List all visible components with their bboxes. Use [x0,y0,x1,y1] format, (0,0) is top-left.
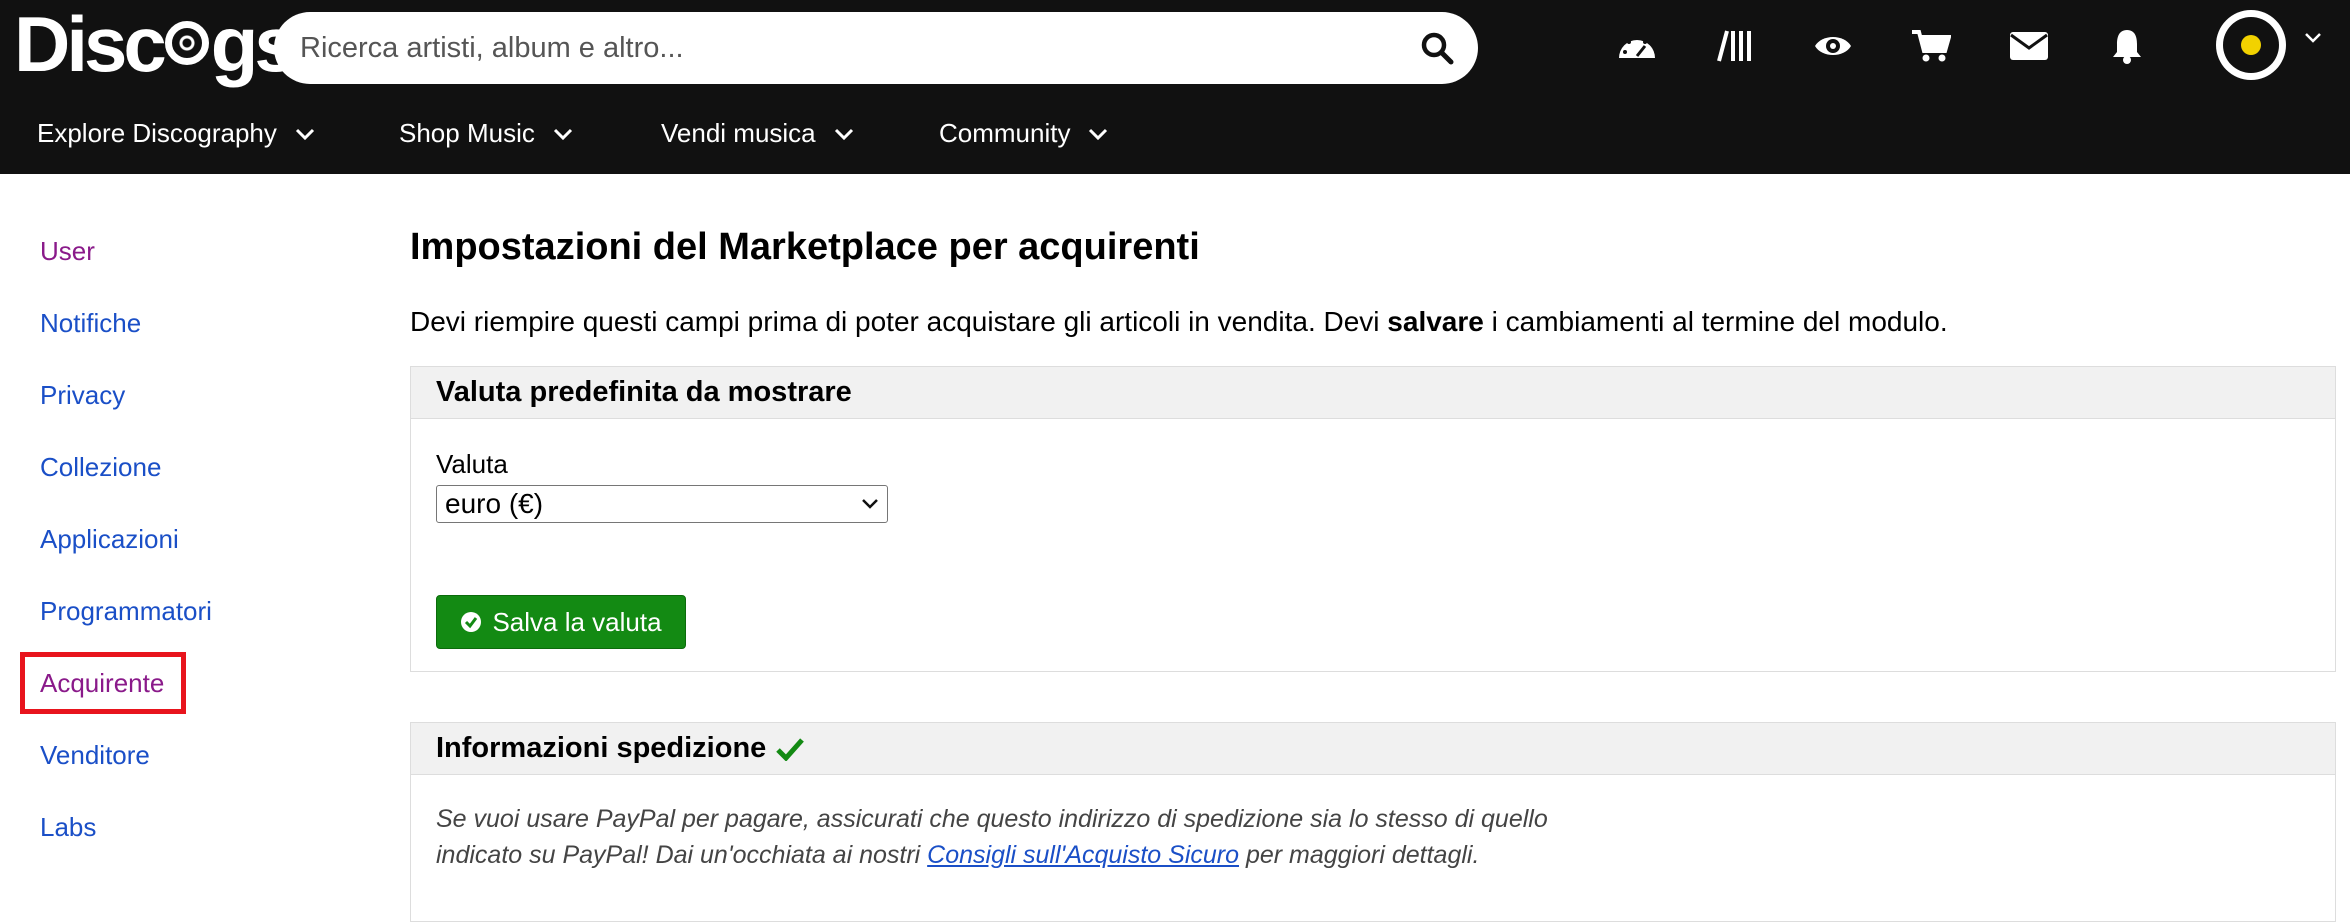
wantlist-eye-icon[interactable] [1800,14,1866,78]
checkmark-icon [776,737,805,761]
save-currency-button[interactable]: Salva la valuta [436,595,686,649]
currency-panel: Valuta predefinita da mostrare Valuta eu… [410,366,2336,672]
search-icon[interactable] [1420,31,1454,65]
sidebar-item-user[interactable]: User [40,236,95,267]
shipping-note: Se vuoi usare PayPal per pagare, assicur… [436,805,1548,869]
nav-explore-discography[interactable]: Explore Discography [37,118,315,149]
dashboard-icon[interactable] [1604,14,1670,78]
search-input[interactable] [298,30,1420,66]
currency-panel-heading: Valuta predefinita da mostrare [411,367,2335,419]
user-avatar[interactable] [2216,10,2286,80]
discogs-logo[interactable]: Disc gs [14,4,298,84]
sidebar-item-privacy[interactable]: Privacy [40,380,125,411]
header-icons [1604,14,2192,78]
top-bar: Disc gs Ricerca artisti, album e altro..… [0,0,2350,174]
safe-buying-tips-link[interactable]: Consigli sull'Acquisto Sicuro [927,841,1239,869]
chevron-down-icon [1089,128,1108,140]
nav-community[interactable]: Community [939,118,1108,149]
nav-shop-music[interactable]: Shop Music [399,118,573,149]
collection-icon[interactable] [1702,14,1768,78]
sidebar-item-collezione[interactable]: Collezione [40,452,161,483]
chevron-down-icon [295,128,314,140]
sidebar-item-venditore[interactable]: Venditore [40,740,150,771]
chevron-down-icon [553,128,572,140]
highlight-box [20,652,186,714]
sidebar-item-applicazioni[interactable]: Applicazioni [40,524,179,555]
chevron-down-icon[interactable] [2304,32,2322,44]
sidebar-item-programmatori[interactable]: Programmatori [40,596,212,627]
sidebar-item-labs[interactable]: Labs [40,812,96,843]
search-bar [274,12,1478,84]
sidebar-item-notifiche[interactable]: Notifiche [40,308,141,339]
chevron-down-icon [834,128,853,140]
shipping-panel-heading: Informazioni spedizione [411,723,2335,775]
nav-vendi-musica[interactable]: Vendi musica [661,118,854,149]
currency-select[interactable]: euro (€) [436,485,888,523]
check-circle-icon [461,612,482,632]
chevron-down-icon [862,499,878,509]
currency-label: Valuta [436,449,508,479]
shipping-panel: Informazioni spedizione Se vuoi usare Pa… [410,722,2336,922]
currency-selected-value: euro (€) [445,488,544,519]
mail-icon[interactable] [1996,14,2062,78]
record-avatar-icon [2223,17,2279,73]
cart-icon[interactable] [1898,14,1964,78]
bell-icon[interactable] [2094,14,2160,78]
intro-text: Devi riempire questi campi prima di pote… [410,306,1948,337]
page-title: Impostazioni del Marketplace per acquire… [410,226,1200,268]
